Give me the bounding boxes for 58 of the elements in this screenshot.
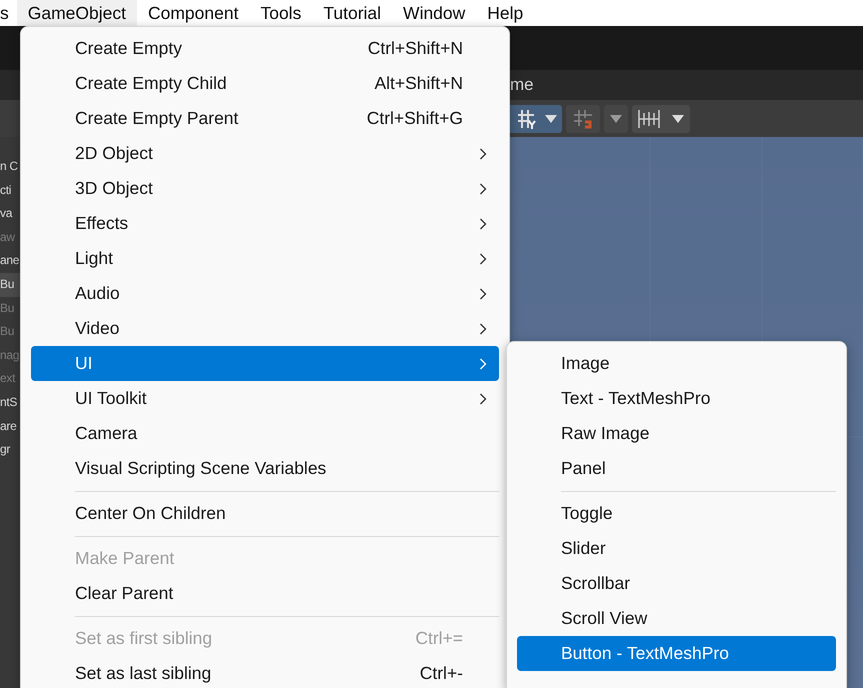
menu-bar-item[interactable]: Tools bbox=[249, 0, 312, 26]
menu-item[interactable]: Visual Scripting Scene Variables bbox=[31, 451, 499, 486]
hierarchy-item[interactable]: ntS bbox=[0, 390, 20, 415]
menu-item[interactable]: Audio bbox=[31, 276, 499, 311]
menu-item[interactable]: Slider bbox=[517, 531, 836, 566]
menu-item[interactable]: Raw Image bbox=[517, 416, 836, 451]
hierarchy-item[interactable]: are bbox=[0, 414, 20, 438]
caret-icon bbox=[609, 114, 623, 124]
menu-item[interactable]: Image bbox=[517, 346, 836, 381]
menu-item[interactable]: 3D Object bbox=[31, 171, 499, 206]
hierarchy-item[interactable]: n C bbox=[0, 155, 20, 179]
menu-item[interactable]: Effects bbox=[31, 206, 499, 241]
menu-item[interactable]: Set as last sibling Ctrl+- bbox=[31, 656, 499, 688]
menu-item[interactable]: Create Empty Parent Ctrl+Shift+G bbox=[31, 101, 499, 136]
caret-icon bbox=[544, 114, 558, 124]
scene-tab[interactable]: me bbox=[510, 75, 534, 95]
menu-item[interactable]: Center On Children bbox=[31, 496, 499, 531]
magnet-grid-icon bbox=[572, 108, 594, 130]
chevron-right-icon bbox=[479, 322, 487, 334]
menu-item[interactable]: Scroll View bbox=[517, 601, 836, 636]
chevron-right-icon bbox=[479, 148, 487, 160]
menu-bar-item[interactable]: Window bbox=[392, 0, 476, 26]
menu-bar-item[interactable]: GameObject bbox=[16, 0, 137, 26]
grid-icon bbox=[516, 108, 538, 130]
increment-snap-button[interactable] bbox=[632, 104, 690, 132]
snap-dropdown-button[interactable] bbox=[604, 104, 628, 132]
chevron-right-icon bbox=[479, 182, 487, 194]
menu-item[interactable]: UI bbox=[31, 346, 499, 381]
menu-item[interactable]: Clear Parent bbox=[31, 576, 499, 611]
menu-bar-item[interactable]: s bbox=[0, 0, 17, 26]
ruler-icon bbox=[637, 108, 661, 130]
menu-bar-item[interactable]: Component bbox=[136, 0, 250, 26]
menu-item[interactable]: Button - TextMeshPro bbox=[517, 636, 836, 671]
menu-item[interactable]: Scrollbar bbox=[517, 566, 836, 601]
hierarchy-item[interactable]: va bbox=[0, 202, 20, 226]
menu-item[interactable]: Panel bbox=[517, 451, 836, 486]
menu-item[interactable]: 2D Object bbox=[31, 136, 499, 171]
hierarchy-item[interactable]: ane bbox=[0, 249, 20, 273]
menu-bar-item[interactable]: Help bbox=[476, 0, 534, 26]
menu-item[interactable]: Text - TextMeshPro bbox=[517, 381, 836, 416]
hierarchy-item[interactable]: Bu bbox=[0, 272, 20, 297]
chevron-right-icon bbox=[479, 358, 487, 370]
snap-button[interactable] bbox=[566, 104, 600, 132]
menu-item[interactable]: Create Empty Ctrl+Shift+N bbox=[31, 31, 499, 66]
menu-item[interactable]: Toggle bbox=[517, 496, 836, 531]
hierarchy-item[interactable]: gr bbox=[0, 438, 20, 462]
menu-item[interactable]: Create Empty Child Alt+Shift+N bbox=[31, 66, 499, 101]
chevron-right-icon bbox=[479, 218, 487, 230]
chevron-right-icon bbox=[479, 288, 487, 300]
chevron-right-icon bbox=[479, 392, 487, 404]
menu-item[interactable]: UI Toolkit bbox=[31, 381, 499, 416]
hierarchy-item[interactable]: cti bbox=[0, 178, 20, 202]
menu-bar-item[interactable]: Tutorial bbox=[312, 0, 392, 26]
menu-item[interactable]: Video bbox=[31, 311, 499, 346]
menu-item[interactable]: Light bbox=[31, 241, 499, 276]
chevron-right-icon bbox=[479, 252, 487, 264]
menu-item[interactable]: Camera bbox=[31, 416, 499, 451]
caret-icon bbox=[671, 114, 685, 124]
